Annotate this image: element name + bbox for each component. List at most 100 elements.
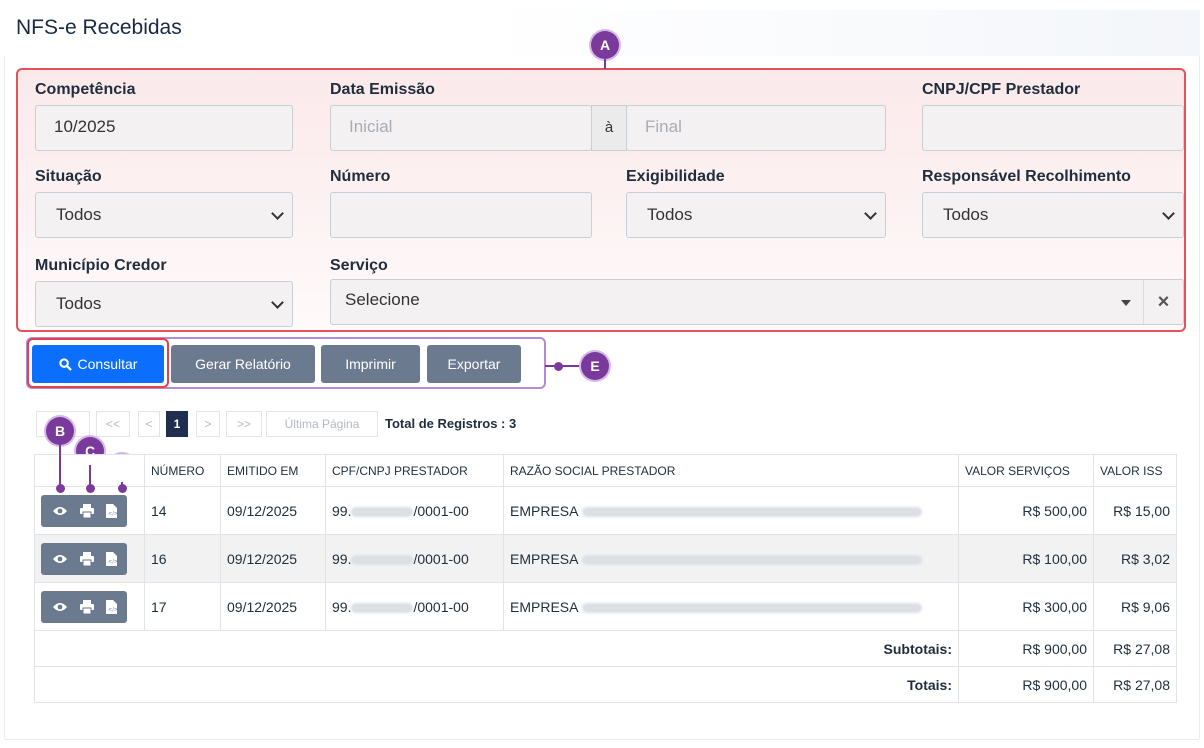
xml-file-icon[interactable]: </> — [105, 551, 117, 566]
redacted-text — [581, 554, 922, 565]
clear-icon[interactable]: × — [1143, 280, 1183, 324]
pager-first[interactable]: << — [96, 411, 130, 437]
annotation-connector-b — [59, 445, 61, 485]
cell-numero: 17 — [144, 582, 221, 631]
caret-down-icon — [1121, 300, 1131, 306]
annotation-badge-e: E — [581, 352, 609, 380]
row-actions: </> — [34, 486, 145, 535]
numero-input[interactable] — [330, 192, 592, 238]
subtotais-row: Subtotais: R$ 900,00 R$ 27,08 — [34, 630, 1177, 667]
annotation-connector-c — [89, 465, 91, 485]
cell-emitido: 09/12/2025 — [220, 582, 326, 631]
pager-page-1[interactable]: 1 — [166, 411, 188, 437]
redacted-text — [351, 602, 414, 613]
numero-label: Número — [330, 168, 391, 185]
cell-emitido: 09/12/2025 — [220, 486, 326, 535]
exigibilidade-value: Todos — [647, 205, 693, 224]
cnpj-prefix: 99. — [332, 598, 352, 615]
pager-ultima-pagina[interactable]: Última Página — [266, 411, 378, 437]
cell-razao: EMPRESA — [503, 582, 959, 631]
responsavel-label: Responsável Recolhimento — [922, 168, 1131, 185]
consultar-button[interactable]: Consultar — [32, 345, 164, 383]
col-header: VALOR ISS — [1093, 454, 1177, 487]
servico-select[interactable]: Selecione × — [330, 279, 1184, 325]
data-final-input[interactable]: Final — [626, 105, 886, 151]
eye-icon[interactable] — [52, 553, 68, 565]
pager-prev[interactable]: < — [138, 411, 160, 437]
annotation-connector-a — [604, 59, 606, 69]
exigibilidade-label: Exigibilidade — [626, 168, 725, 185]
printer-icon[interactable] — [79, 599, 94, 614]
redacted-text — [351, 554, 414, 565]
col-header: RAZÃO SOCIAL PRESTADOR — [503, 454, 959, 487]
gerar-relatorio-button[interactable]: Gerar Relatório — [171, 345, 315, 383]
nfse-table: NÚMERO EMITIDO EM CPF/CNPJ PRESTADOR RAZ… — [34, 454, 1177, 703]
razao-prefix: EMPRESA — [510, 502, 578, 519]
col-header: EMITIDO EM — [220, 454, 326, 487]
pager-last[interactable]: >> — [226, 411, 262, 437]
servico-value: Selecione — [345, 290, 420, 309]
pager-next[interactable]: > — [196, 411, 220, 437]
situacao-label: Situação — [35, 168, 102, 185]
totais-valor-servicos: R$ 900,00 — [958, 666, 1094, 703]
col-header: CPF/CNPJ PRESTADOR — [325, 454, 504, 487]
xml-file-icon[interactable]: </> — [105, 599, 117, 614]
competencia-label: Competência — [35, 81, 136, 98]
cell-numero: 14 — [144, 486, 221, 535]
annotation-badge-b: B — [46, 417, 74, 445]
redacted-text — [351, 506, 414, 517]
xml-file-icon[interactable]: </> — [105, 503, 117, 518]
annotation-dot-d — [118, 484, 127, 493]
cell-cnpj: 99. /0001-00 — [325, 486, 504, 535]
servico-label: Serviço — [330, 257, 388, 274]
responsavel-value: Todos — [943, 205, 989, 224]
cell-razao: EMPRESA — [503, 486, 959, 535]
exportar-button[interactable]: Exportar — [427, 345, 521, 383]
annotation-connector-e — [545, 365, 581, 367]
consultar-label: Consultar — [77, 356, 138, 372]
search-icon — [58, 358, 72, 371]
chevron-down-icon — [864, 207, 877, 220]
subtotais-valor-iss: R$ 27,08 — [1093, 630, 1177, 667]
cell-valor-servicos: R$ 100,00 — [958, 534, 1094, 583]
annotation-dot-c — [86, 484, 95, 493]
cnpj-suffix: /0001-00 — [413, 502, 469, 519]
table-row[interactable]: </> 16 09/12/2025 99. /0001-00 EMPRESA R$… — [34, 534, 1177, 583]
situacao-select[interactable]: Todos — [35, 192, 293, 238]
date-range-separator: à — [591, 105, 627, 151]
printer-icon[interactable] — [79, 551, 94, 566]
imprimir-button[interactable]: Imprimir — [321, 345, 420, 383]
subtotais-valor-servicos: R$ 900,00 — [958, 630, 1094, 667]
chevron-down-icon — [1162, 207, 1175, 220]
redacted-text — [581, 602, 922, 613]
totais-label: Totais: — [34, 666, 959, 703]
cell-numero: 16 — [144, 534, 221, 583]
cnpj-prefix: 99. — [332, 502, 352, 519]
data-inicial-input[interactable]: Inicial — [330, 105, 592, 151]
situacao-value: Todos — [56, 205, 102, 224]
cnpj-prestador-input[interactable] — [922, 105, 1184, 151]
competencia-input[interactable]: 10/2025 — [35, 105, 293, 151]
printer-icon[interactable] — [79, 503, 94, 518]
razao-prefix: EMPRESA — [510, 550, 578, 567]
svg-text:</>: </> — [108, 559, 117, 565]
annotation-badge-a: A — [591, 31, 619, 59]
cell-valor-iss: R$ 3,02 — [1093, 534, 1177, 583]
row-actions: </> — [34, 534, 145, 583]
cell-valor-servicos: R$ 500,00 — [958, 486, 1094, 535]
page-title: NFS-e Recebidas — [16, 16, 182, 39]
table-row[interactable]: </> 17 09/12/2025 99. /0001-00 EMPRESA R$… — [34, 582, 1177, 631]
municipio-select[interactable]: Todos — [35, 281, 293, 327]
cnpj-suffix: /0001-00 — [413, 598, 469, 615]
chevron-down-icon — [271, 296, 284, 309]
eye-icon[interactable] — [52, 601, 68, 613]
table-row[interactable]: </> 14 09/12/2025 99. /0001-00 EMPRESA R$… — [34, 486, 1177, 535]
responsavel-select[interactable]: Todos — [922, 192, 1184, 238]
row-actions: </> — [34, 582, 145, 631]
row-action-group: </> — [41, 590, 127, 623]
total-registros: Total de Registros : 3 — [385, 416, 517, 431]
exigibilidade-select[interactable]: Todos — [626, 192, 886, 238]
cnpj-prefix: 99. — [332, 550, 352, 567]
eye-icon[interactable] — [52, 505, 68, 517]
data-emissao-label: Data Emissão — [330, 81, 435, 98]
